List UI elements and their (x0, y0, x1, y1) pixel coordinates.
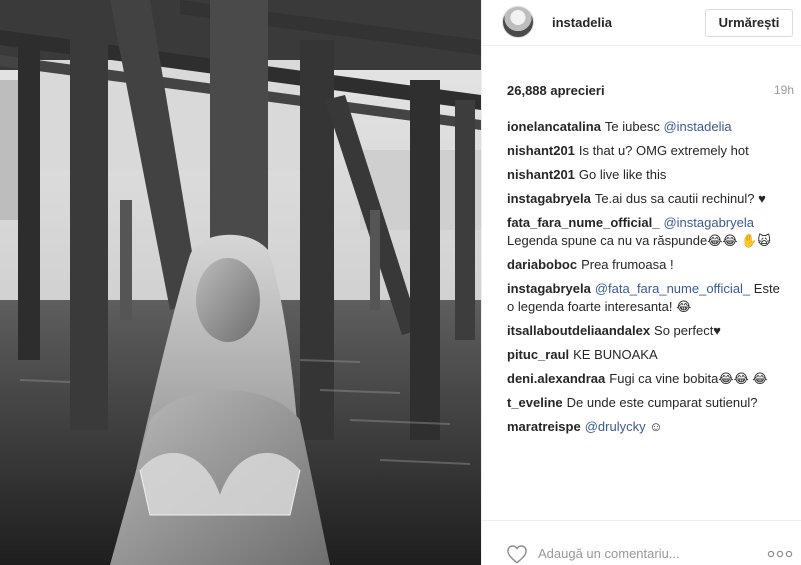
comment-author[interactable]: maratreispe (507, 419, 581, 434)
comment-item: instagabryela Te.ai dus sa cautii rechinu… (507, 190, 787, 208)
comment-item: dariaboboc Prea frumoasa ! (507, 256, 787, 274)
comment-mention[interactable]: @instadelia (663, 119, 731, 134)
comment-mention[interactable]: @fata_fara_nume_official_ (595, 281, 750, 296)
avatar[interactable] (502, 6, 534, 38)
comment-bar (482, 520, 801, 565)
comment-text: KE BUNOAKA (573, 347, 658, 362)
comments-list: ionelancatalina Te iubesc @instadelia nish… (507, 118, 787, 520)
author-username[interactable]: instadelia (552, 15, 612, 30)
more-options-icon[interactable] (767, 550, 793, 558)
comment-author[interactable]: nishant201 (507, 143, 575, 158)
comment-author[interactable]: ionelancatalina (507, 119, 601, 134)
follow-button[interactable]: Urmărești (705, 9, 793, 37)
comment-text: Fugi ca vine bobita😂😂 😂 (609, 371, 768, 386)
heart-outline-icon[interactable] (506, 544, 528, 564)
comment-item: t_eveline De unde este cumparat sutienul? (507, 394, 787, 412)
comment-text: Te.ai dus sa cautii rechinul? ♥ (594, 191, 766, 206)
post-photo (0, 0, 481, 565)
comment-mention[interactable]: @instagabryela (663, 215, 754, 230)
comment-text: Is that u? OMG extremely hot (578, 143, 749, 158)
comment-author[interactable]: instagabryela (507, 281, 591, 296)
comment-text: De unde este cumparat sutienul? (566, 395, 758, 410)
post-header: instadelia Urmărești (482, 0, 801, 46)
post-time[interactable]: 19h (774, 83, 794, 97)
comment-author[interactable]: fata_fara_nume_official_ (507, 215, 659, 230)
comment-item: nishant201 Go live like this (507, 166, 787, 184)
comment-item: deni.alexandraa Fugi ca vine bobita😂😂 😂 (507, 370, 787, 388)
comment-author[interactable]: dariaboboc (507, 257, 577, 272)
comment-item: pituc_raul KE BUNOAKA (507, 346, 787, 364)
comment-text: Go live like this (578, 167, 667, 182)
comment-author[interactable]: itsallaboutdeliaandalex (507, 323, 650, 338)
comment-text: So perfect♥ (654, 323, 722, 338)
post-side-panel: instadelia Urmărești 26,888 aprecieri 19… (481, 0, 801, 565)
likes-count[interactable]: 26,888 aprecieri (507, 83, 605, 98)
comment-input[interactable] (538, 543, 758, 563)
comment-text: Te iubesc (604, 119, 664, 134)
comment-author[interactable]: instagabryela (507, 191, 591, 206)
comment-author[interactable]: nishant201 (507, 167, 575, 182)
comment-author[interactable]: pituc_raul (507, 347, 569, 362)
comment-item: instagabryela @fata_fara_nume_official_ E… (507, 280, 787, 316)
comment-text-after: ☺ (645, 419, 663, 434)
comment-author[interactable]: deni.alexandraa (507, 371, 605, 386)
comment-item: ionelancatalina Te iubesc @instadelia (507, 118, 787, 136)
comment-text-after: Legenda spune ca nu va răspunde😂😂 ✋🙀 (507, 233, 771, 248)
comment-item: nishant201 Is that u? OMG extremely hot (507, 142, 787, 160)
comment-item: itsallaboutdeliaandalex So perfect♥ (507, 322, 787, 340)
post-stats: 26,888 aprecieri 19h (482, 80, 801, 100)
comment-mention[interactable]: @drulycky (585, 419, 646, 434)
comment-author[interactable]: t_eveline (507, 395, 563, 410)
comment-text: Prea frumoasa ! (581, 257, 674, 272)
comment-item: maratreispe @drulycky ☺ (507, 418, 787, 436)
comment-item: fata_fara_nume_official_ @instagabryela L… (507, 214, 787, 250)
